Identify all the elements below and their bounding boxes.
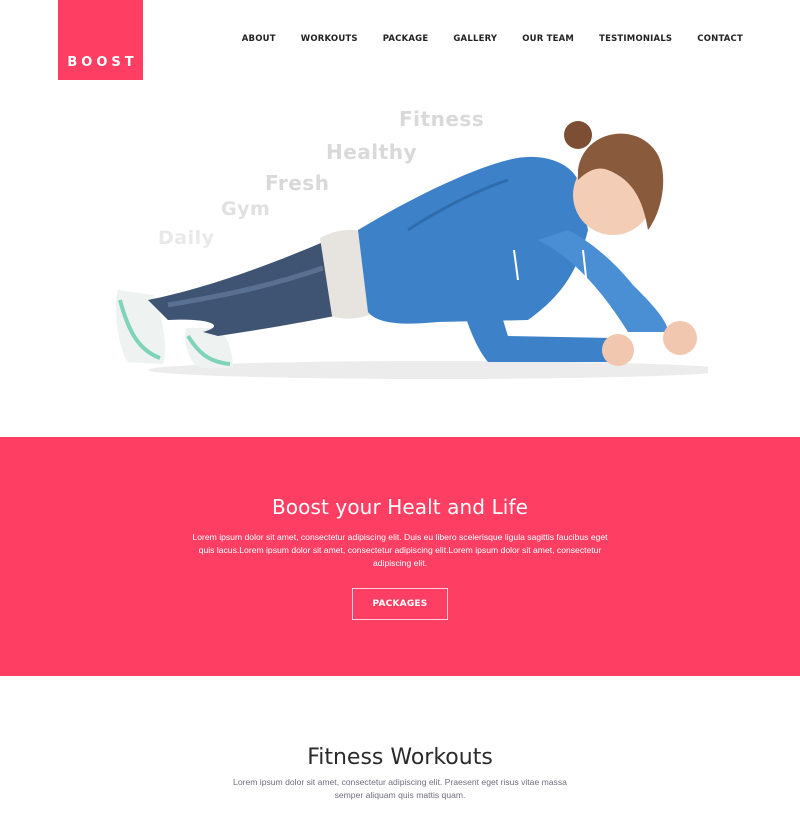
brand-name: BOOST — [67, 55, 138, 70]
promo-band: Boost your Healt and Life Lorem ipsum do… — [0, 437, 800, 676]
workouts-title: Fitness Workouts — [307, 745, 493, 770]
nav-item-about[interactable]: ABOUT — [242, 34, 276, 44]
nav-item-gallery[interactable]: GALLERY — [453, 34, 497, 44]
nav-item-our-team[interactable]: OUR TEAM — [522, 34, 574, 44]
workouts-section: Fitness Workouts Lorem ipsum dolor sit a… — [0, 676, 800, 813]
workouts-text: Lorem ipsum dolor sit amet, consectetur … — [233, 777, 567, 800]
promo-text: Lorem ipsum dolor sit amet, consectetur … — [192, 532, 608, 568]
hero-section: Fitness Healthy Fresh Gym Daily — [0, 80, 800, 437]
promo-title: Boost your Healt and Life — [271, 495, 529, 519]
main-nav: ABOUT WORKOUTS PACKAGE GALLERY OUR TEAM … — [242, 34, 743, 44]
nav-item-contact[interactable]: CONTACT — [697, 34, 743, 44]
nav-item-workouts[interactable]: WORKOUTS — [301, 34, 358, 44]
packages-button[interactable]: PACKAGES — [352, 588, 448, 620]
nav-item-package[interactable]: PACKAGE — [383, 34, 429, 44]
brand-logo[interactable]: BOOST — [58, 0, 143, 80]
nav-item-testimonials[interactable]: TESTIMONIALS — [599, 34, 672, 44]
hero-fitness-image — [116, 121, 708, 379]
